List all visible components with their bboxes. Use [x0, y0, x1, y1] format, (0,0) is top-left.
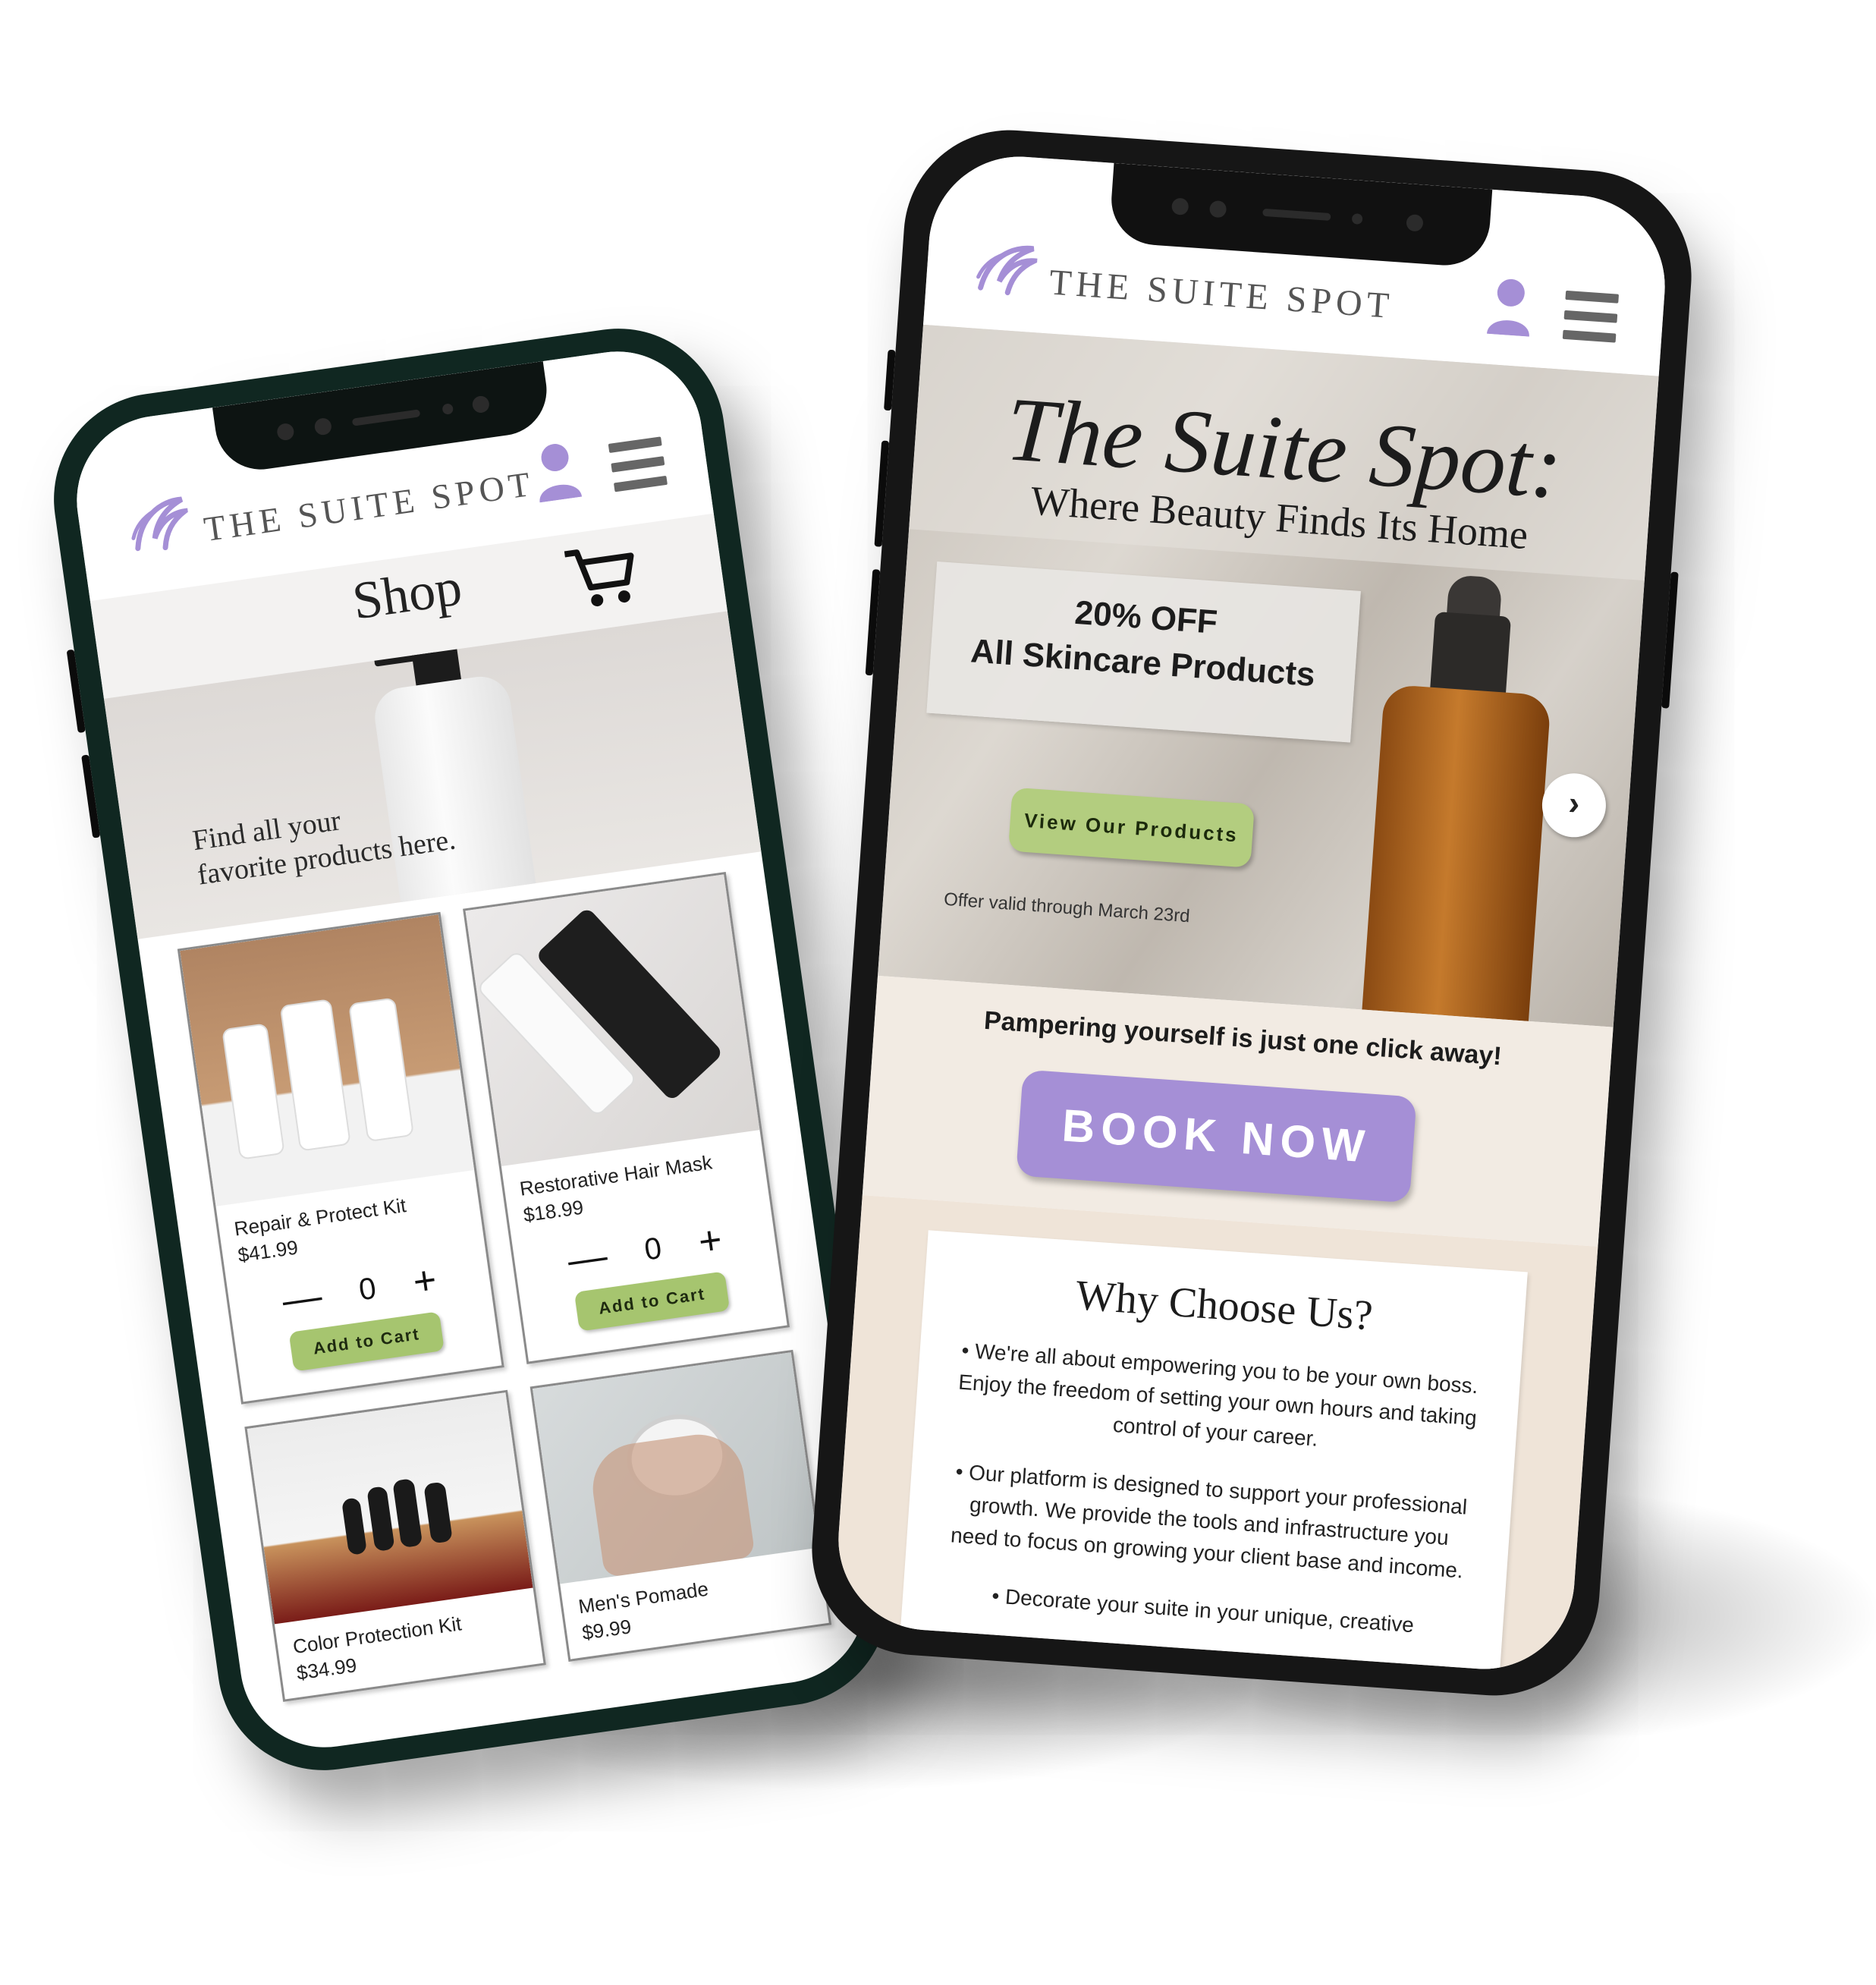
offer-banner: 20% OFF All Skincare Products — [926, 561, 1361, 743]
home-screen: THE SUITE SPOT The Suite Spot: Where Bea… — [832, 150, 1671, 1675]
why-choose-us-card: Why Choose Us? • We're all about empower… — [900, 1230, 1528, 1671]
logo-hair-swirl-icon[interactable] — [121, 488, 194, 560]
quantity-stepper: — 0 + — [513, 1213, 777, 1288]
book-now-button[interactable]: BOOK NOW — [1016, 1069, 1417, 1203]
add-to-cart-button[interactable]: Add to Cart — [288, 1311, 445, 1372]
brand-name: THE SUITE SPOT — [201, 464, 537, 549]
user-icon[interactable] — [529, 438, 585, 503]
offer-validity-note: Offer valid through March 23rd — [943, 889, 1191, 927]
product-image[interactable] — [465, 874, 760, 1166]
add-to-cart-button[interactable]: Add to Cart — [573, 1271, 731, 1332]
volume-button — [66, 649, 86, 734]
product-image[interactable] — [533, 1352, 819, 1584]
chevron-right-icon[interactable]: › — [1540, 771, 1608, 840]
increment-button[interactable]: + — [696, 1218, 724, 1265]
cart-icon[interactable] — [561, 539, 642, 615]
volume-button — [874, 440, 890, 547]
quantity-stepper: — 0 + — [228, 1253, 492, 1328]
product-card[interactable]: Repair & Protect Kit $41.99 — 0 + Add to… — [177, 911, 504, 1405]
phone-shop-mockup: THE SUITE SPOT Shop Find all your favori… — [39, 314, 903, 1785]
shop-screen: THE SUITE SPOT Shop Find all your favori… — [65, 340, 877, 1759]
benefit-item: • Our platform is designed to support yo… — [950, 1459, 1469, 1583]
increment-button[interactable]: + — [410, 1258, 439, 1305]
volume-button — [81, 754, 101, 838]
decrement-button[interactable]: — — [279, 1274, 325, 1323]
product-card[interactable]: Men's Pomade $9.99 — [529, 1349, 832, 1662]
product-grid: Repair & Protect Kit $41.99 — 0 + Add to… — [177, 872, 832, 1702]
quantity-value: 0 — [357, 1271, 379, 1307]
benefit-item: • Decorate your suite in your unique, cr… — [991, 1584, 1415, 1637]
section-title: Why Choose Us? — [1074, 1272, 1375, 1340]
phone-home-mockup: THE SUITE SPOT The Suite Spot: Where Bea… — [805, 123, 1698, 1703]
power-button — [1661, 571, 1679, 709]
product-image[interactable] — [247, 1392, 533, 1625]
volume-button — [865, 569, 881, 676]
decrement-button[interactable]: — — [565, 1234, 611, 1283]
hamburger-menu-icon[interactable] — [1562, 290, 1620, 343]
hamburger-menu-icon[interactable] — [608, 436, 668, 492]
user-icon[interactable] — [1484, 275, 1536, 337]
logo-hair-swirl-icon[interactable] — [971, 234, 1039, 302]
quantity-value: 0 — [642, 1231, 664, 1267]
benefit-item: • We're all about empowering you to be y… — [957, 1338, 1479, 1451]
why-choose-us-section: Why Choose Us? • We're all about empower… — [832, 1195, 1598, 1675]
product-card[interactable]: Restorative Hair Mask $18.99 — 0 + Add t… — [463, 872, 790, 1364]
brand-name: THE SUITE SPOT — [1048, 262, 1395, 327]
view-products-button[interactable]: View Our Products — [1007, 787, 1255, 868]
product-image[interactable] — [180, 914, 475, 1206]
promo-carousel: The Suite Spot: Where Beauty Finds Its H… — [878, 324, 1659, 1027]
product-card[interactable]: Color Protection Kit $34.99 — [244, 1389, 546, 1702]
volume-button — [884, 349, 896, 411]
